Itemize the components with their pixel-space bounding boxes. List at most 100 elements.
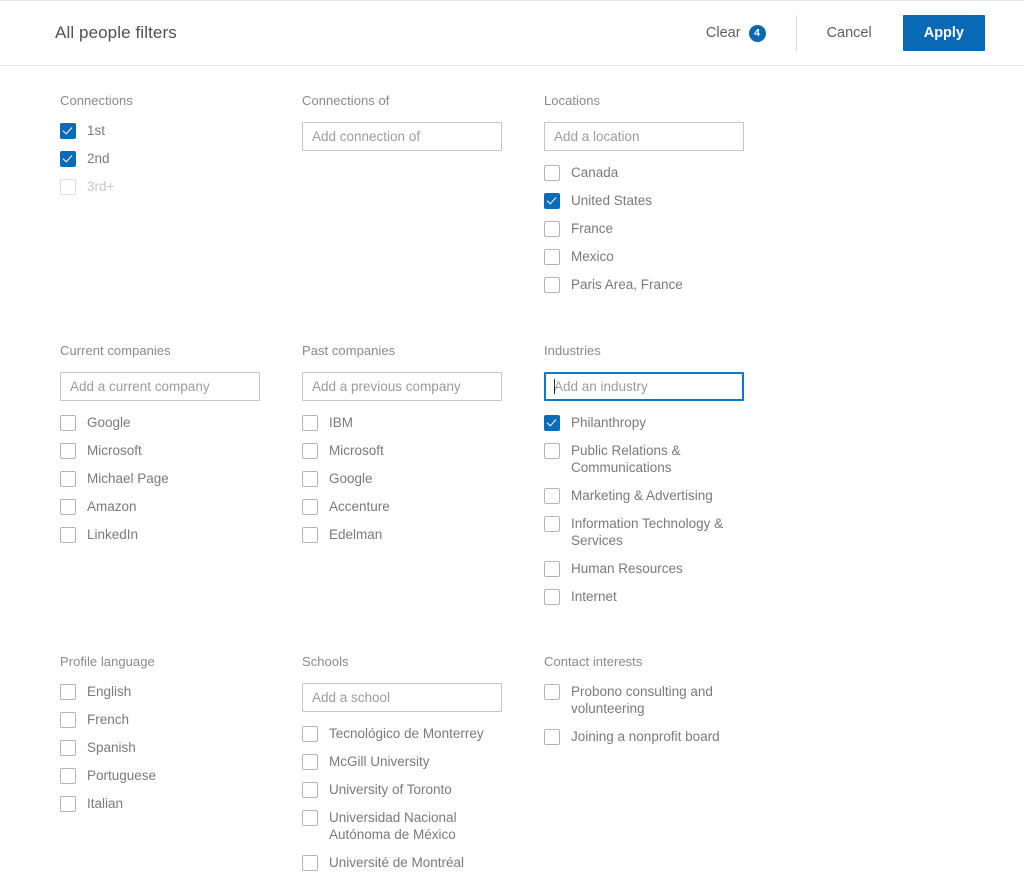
group-title-locations: Locations bbox=[544, 93, 601, 108]
filter-option[interactable]: Accenture bbox=[302, 498, 524, 515]
checkbox-icon[interactable] bbox=[544, 729, 560, 745]
filter-option-label: Edelman bbox=[329, 527, 383, 542]
checkbox-icon[interactable] bbox=[544, 221, 560, 237]
checkbox-icon[interactable] bbox=[544, 589, 560, 605]
checkbox-checked-icon[interactable] bbox=[544, 415, 560, 431]
filter-row-1: Connections 1st 2nd 3rd+ Connections of Lo… bbox=[60, 93, 984, 343]
filter-option[interactable]: Microsoft bbox=[60, 442, 282, 459]
filter-option[interactable]: French bbox=[60, 711, 282, 728]
filter-option[interactable]: Université de Montréal bbox=[302, 854, 524, 871]
filter-option[interactable]: 3rd+ bbox=[60, 178, 282, 195]
option-list-profile-language: English French Spanish Portuguese Italian bbox=[60, 683, 282, 812]
filter-option[interactable]: Italian bbox=[60, 795, 282, 812]
filter-option[interactable]: Edelman bbox=[302, 526, 524, 543]
filter-option-label: Google bbox=[329, 471, 373, 486]
filter-option-label: Public Relations & Communications bbox=[571, 443, 681, 475]
filter-option[interactable]: Joining a nonprofit board bbox=[544, 728, 766, 745]
checkbox-icon[interactable] bbox=[544, 516, 560, 532]
filter-option[interactable]: Canada bbox=[544, 164, 766, 181]
connections-of-input[interactable] bbox=[302, 122, 502, 151]
filter-option[interactable]: IBM bbox=[302, 414, 524, 431]
checkbox-icon[interactable] bbox=[302, 810, 318, 826]
cancel-button[interactable]: Cancel bbox=[821, 19, 878, 47]
filter-option[interactable]: 1st bbox=[60, 122, 282, 139]
filter-option-label: Université de Montréal bbox=[329, 855, 465, 870]
checkbox-icon[interactable] bbox=[60, 527, 76, 543]
filter-option[interactable]: United States bbox=[544, 192, 766, 209]
filter-option[interactable]: Portuguese bbox=[60, 767, 282, 784]
filter-option[interactable]: Marketing & Advertising bbox=[544, 487, 766, 504]
current-companies-input[interactable] bbox=[60, 372, 260, 401]
filter-option[interactable]: Tecnológico de Monterrey bbox=[302, 725, 524, 742]
checkbox-icon[interactable] bbox=[60, 768, 76, 784]
checkbox-icon[interactable] bbox=[544, 277, 560, 293]
filter-option[interactable]: Spanish bbox=[60, 739, 282, 756]
filter-row-2: Current companies Google Microsoft Michael… bbox=[60, 343, 984, 654]
filter-option[interactable]: Paris Area, France bbox=[544, 276, 766, 293]
filter-option[interactable]: Microsoft bbox=[302, 442, 524, 459]
checkbox-icon[interactable] bbox=[302, 415, 318, 431]
checkbox-icon[interactable] bbox=[60, 179, 76, 195]
filter-option[interactable]: Google bbox=[302, 470, 524, 487]
checkbox-icon[interactable] bbox=[60, 471, 76, 487]
header-actions: Clear 4 Cancel Apply bbox=[702, 1, 985, 65]
filter-option-label: Universidad Nacional Autónoma de México bbox=[329, 810, 457, 842]
checkbox-icon[interactable] bbox=[302, 499, 318, 515]
filter-option-label: Portuguese bbox=[87, 768, 157, 783]
filter-option[interactable]: Internet bbox=[544, 588, 766, 605]
filter-option[interactable]: France bbox=[544, 220, 766, 237]
checkbox-icon[interactable] bbox=[544, 561, 560, 577]
filter-option[interactable]: McGill University bbox=[302, 753, 524, 770]
checkbox-icon[interactable] bbox=[60, 712, 76, 728]
filter-option[interactable]: University of Toronto bbox=[302, 781, 524, 798]
checkbox-icon[interactable] bbox=[544, 684, 560, 700]
checkbox-icon[interactable] bbox=[60, 740, 76, 756]
filter-option[interactable]: LinkedIn bbox=[60, 526, 282, 543]
checkbox-icon[interactable] bbox=[60, 796, 76, 812]
checkbox-checked-icon[interactable] bbox=[60, 151, 76, 167]
filter-option[interactable]: English bbox=[60, 683, 282, 700]
filter-group-contact-interests: Contact interests Probono consulting and… bbox=[544, 654, 786, 884]
filter-option[interactable]: Michael Page bbox=[60, 470, 282, 487]
apply-button[interactable]: Apply bbox=[902, 14, 985, 52]
filter-option-label: Michael Page bbox=[87, 471, 169, 486]
checkbox-icon[interactable] bbox=[544, 165, 560, 181]
past-companies-input[interactable] bbox=[302, 372, 502, 401]
filter-option[interactable]: Human Resources bbox=[544, 560, 766, 577]
filter-option-label: University of Toronto bbox=[329, 782, 452, 797]
checkbox-icon[interactable] bbox=[302, 443, 318, 459]
filter-option[interactable]: 2nd bbox=[60, 150, 282, 167]
group-title-schools: Schools bbox=[302, 654, 349, 669]
filter-option[interactable]: Information Technology & Services bbox=[544, 515, 766, 549]
checkbox-icon[interactable] bbox=[60, 684, 76, 700]
checkbox-icon[interactable] bbox=[302, 754, 318, 770]
checkbox-icon[interactable] bbox=[302, 471, 318, 487]
filter-group-industries: Industries Philanthropy Public Relations … bbox=[544, 343, 786, 654]
filter-option[interactable]: Amazon bbox=[60, 498, 282, 515]
option-list-industries: Philanthropy Public Relations & Communica… bbox=[544, 414, 766, 605]
filter-option[interactable]: Universidad Nacional Autónoma de México bbox=[302, 809, 524, 843]
filter-option[interactable]: Mexico bbox=[544, 248, 766, 265]
checkbox-icon[interactable] bbox=[544, 249, 560, 265]
checkbox-icon[interactable] bbox=[302, 855, 318, 871]
clear-button[interactable]: Clear 4 bbox=[702, 19, 770, 48]
schools-input[interactable] bbox=[302, 683, 502, 712]
industries-input[interactable] bbox=[544, 372, 744, 401]
filter-option[interactable]: Public Relations & Communications bbox=[544, 442, 766, 476]
checkbox-checked-icon[interactable] bbox=[60, 123, 76, 139]
checkbox-icon[interactable] bbox=[60, 415, 76, 431]
locations-input[interactable] bbox=[544, 122, 744, 151]
checkbox-icon[interactable] bbox=[60, 443, 76, 459]
checkbox-icon[interactable] bbox=[544, 443, 560, 459]
filter-option[interactable]: Probono consulting and volunteering bbox=[544, 683, 766, 717]
filter-option[interactable]: Philanthropy bbox=[544, 414, 766, 431]
checkbox-icon[interactable] bbox=[544, 488, 560, 504]
checkbox-icon[interactable] bbox=[302, 726, 318, 742]
checkbox-icon[interactable] bbox=[302, 782, 318, 798]
filter-option[interactable]: Google bbox=[60, 414, 282, 431]
checkbox-checked-icon[interactable] bbox=[544, 193, 560, 209]
filter-option-label: France bbox=[571, 221, 614, 236]
checkbox-icon[interactable] bbox=[302, 527, 318, 543]
filter-option-label: Marketing & Advertising bbox=[571, 488, 713, 503]
checkbox-icon[interactable] bbox=[60, 499, 76, 515]
